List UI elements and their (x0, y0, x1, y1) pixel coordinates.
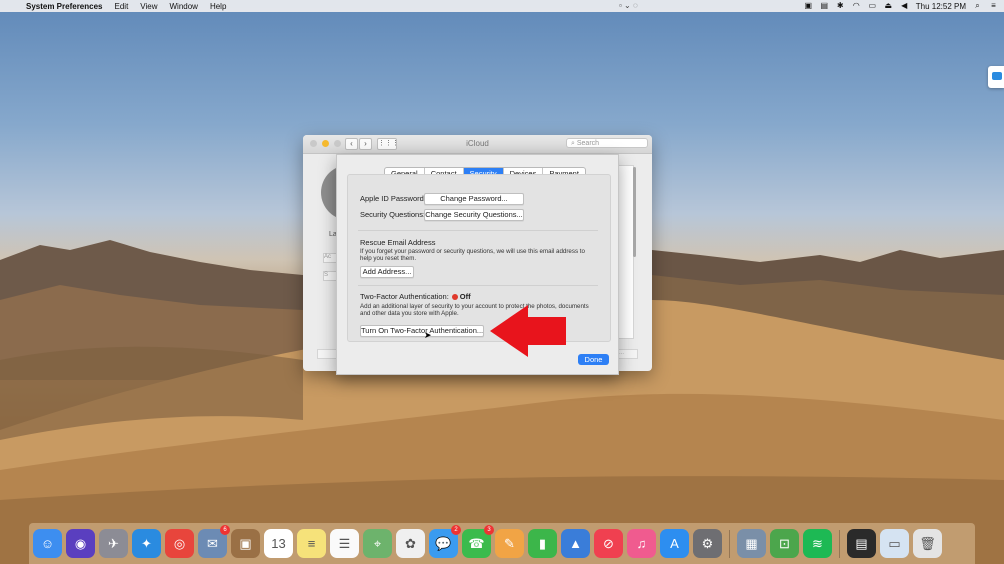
siri-icon[interactable]: ◉ (66, 529, 95, 558)
bluetooth-icon[interactable]: ✱ (836, 2, 845, 10)
rescue-email-desc-line2: help you reset them. (360, 255, 417, 262)
search-field[interactable]: ⌕ Search (566, 138, 648, 148)
two-factor-status: Off (459, 292, 471, 301)
apple-id-password-label: Apple ID Password: (360, 194, 426, 203)
add-address-button[interactable]: Add Address... (360, 266, 414, 278)
teamviewer-widget-icon (992, 72, 1002, 80)
menu-app-name[interactable]: System Preferences (26, 2, 103, 11)
terminal-icon[interactable]: ▤ (847, 529, 876, 558)
notification-badge: 6 (220, 525, 230, 535)
done-button[interactable]: Done (578, 354, 609, 365)
security-panel: Apple ID Password: Change Password... Se… (347, 174, 611, 342)
eject-icon[interactable]: ⏏ (884, 2, 893, 10)
notification-center-icon[interactable]: ≡ (989, 2, 998, 10)
chrome-icon[interactable]: ◎ (165, 529, 194, 558)
mouse-cursor-icon: ➤ (424, 330, 432, 340)
menu-status-area: ▣ ▤ ✱ ◠ ▭ ⏏ ◀ Thu 12:52 PM ⌕ ≡ (804, 0, 998, 12)
system-preferences-icon[interactable]: ⚙ (693, 529, 722, 558)
trash-icon[interactable]: 🗑 (913, 529, 942, 558)
airplay-icon[interactable]: ▭ (868, 2, 877, 10)
numbers-icon[interactable]: ▮ (528, 529, 557, 558)
contacts-icon[interactable]: ▣ (231, 529, 260, 558)
mail-icon[interactable]: ✉ 6 (198, 525, 230, 558)
finder-icon[interactable]: ☺ (33, 529, 62, 558)
maps-icon[interactable]: ⌖ (363, 529, 392, 558)
preview-icon[interactable]: ▦ (737, 529, 766, 558)
itunes-icon[interactable]: ♫ (627, 529, 656, 558)
facetime-icon[interactable]: ☎ 3 (462, 525, 494, 558)
spotlight-icon[interactable]: ⌕ (973, 2, 982, 10)
menu-clock[interactable]: Thu 12:52 PM (916, 2, 966, 11)
reminders-icon[interactable]: ☰ (330, 529, 359, 558)
change-security-questions-button[interactable]: Change Security Questions... (424, 209, 524, 221)
app-store-icon[interactable]: A (660, 529, 689, 558)
pages-icon[interactable]: ✎ (495, 529, 524, 558)
notification-badge: 2 (451, 525, 461, 535)
rescue-email-heading: Rescue Email Address (360, 238, 436, 247)
separator (358, 230, 598, 231)
teamviewer-icon[interactable]: ⊡ (770, 529, 799, 558)
separator (358, 285, 598, 286)
notification-badge: 3 (484, 525, 494, 535)
photos-icon[interactable]: ✿ (396, 529, 425, 558)
launchpad-icon[interactable]: ✈ (99, 529, 128, 558)
wifi-icon[interactable]: ◠ (852, 2, 861, 10)
messages-icon[interactable]: 💬 2 (429, 525, 461, 558)
keyboard-icon[interactable]: ▤ (820, 2, 829, 10)
volume-icon[interactable]: ◀ (900, 2, 909, 10)
display-icon[interactable]: ▣ (804, 2, 813, 10)
menu-bar: System Preferences Edit View Window Help… (0, 0, 1004, 12)
two-factor-label: Two-Factor Authentication: (360, 292, 449, 301)
status-off-dot-icon (451, 294, 458, 301)
search-placeholder: Search (576, 140, 600, 147)
menu-view[interactable]: View (140, 2, 157, 11)
notes-icon[interactable]: ≡ (297, 529, 326, 558)
calendar-icon[interactable]: 13 (264, 529, 293, 558)
security-questions-label: Security Questions: (360, 210, 426, 219)
dock: ☺ ◉ ✈ ✦ ◎ ✉ 6 ▣ 13 ≡ ☰ ⌖ ✿ 💬 2 ☎ 3 ✎ ▮ ▲ ⊘ ♫ A ⚙ ▦ ⊡ ≋ ▤ ▭ 🗑 (29, 523, 975, 564)
window-titlebar: ‹ › ⋮⋮⋮ iCloud ⌕ Search (303, 135, 652, 154)
spotify-icon[interactable]: ≋ (803, 529, 832, 558)
account-details-sheet: General Contact Security Devices Payment… (336, 154, 619, 375)
safari-icon[interactable]: ✦ (132, 529, 161, 558)
menu-window[interactable]: Window (170, 2, 198, 11)
dock-separator (839, 529, 840, 558)
dock-separator (729, 529, 730, 558)
two-factor-row: Two-Factor Authentication: Off (360, 292, 471, 301)
teamviewer-side-widget[interactable] (988, 66, 1004, 88)
menu-edit[interactable]: Edit (115, 2, 129, 11)
change-password-button[interactable]: Change Password... (424, 193, 524, 205)
red-arrow-annotation-icon (490, 305, 566, 357)
two-factor-desc-line2: and other data you store with Apple. (360, 310, 459, 317)
downloads-icon[interactable]: ▭ (880, 529, 909, 558)
services-scrollbar[interactable] (633, 167, 636, 257)
keynote-icon[interactable]: ▲ (561, 529, 590, 558)
menu-help[interactable]: Help (210, 2, 226, 11)
menu-extra-icons[interactable]: ▫ ⌄ ◌ (619, 1, 638, 10)
news-icon[interactable]: ⊘ (594, 529, 623, 558)
turn-on-two-factor-button[interactable]: Turn On Two-Factor Authentication... (360, 325, 484, 337)
